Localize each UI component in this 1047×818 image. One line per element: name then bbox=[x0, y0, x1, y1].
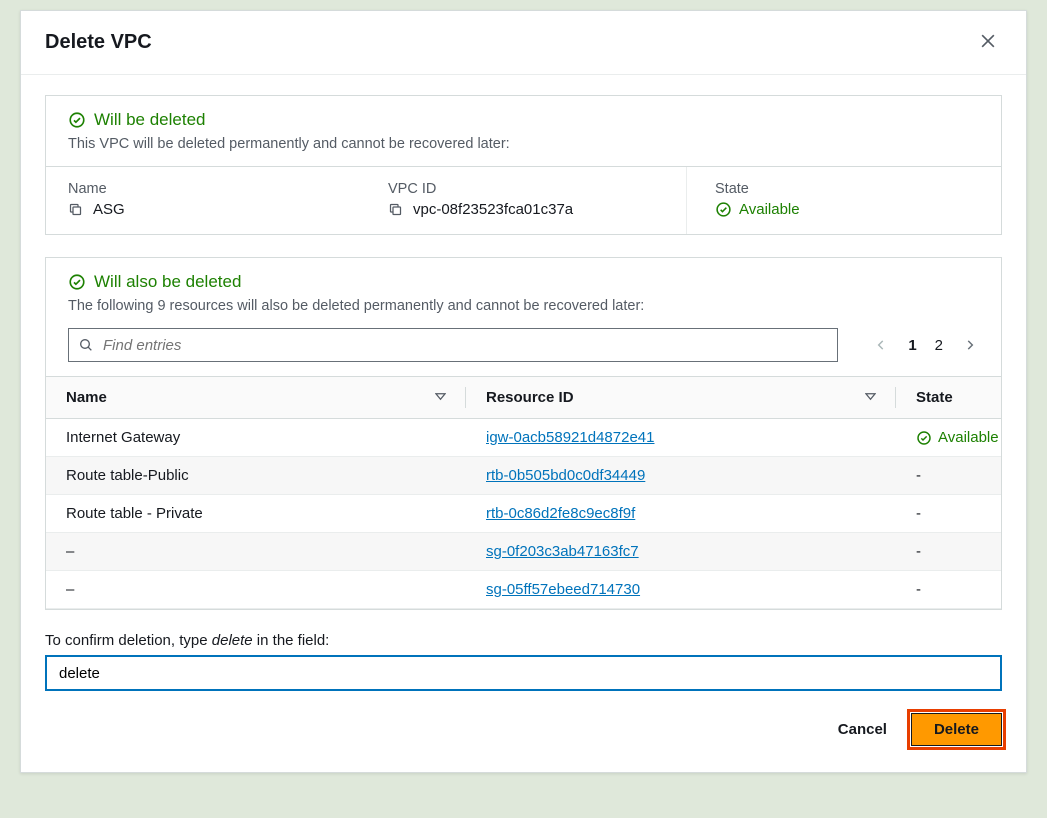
check-circle-icon bbox=[68, 273, 86, 291]
search-icon bbox=[78, 337, 94, 353]
cancel-button[interactable]: Cancel bbox=[832, 713, 893, 746]
cell-resource-id: sg-05ff57ebeed714730 bbox=[466, 571, 896, 609]
sort-icon bbox=[435, 389, 446, 406]
page-2[interactable]: 2 bbox=[935, 337, 943, 354]
close-button[interactable] bbox=[974, 27, 1002, 58]
cell-resource-id: sg-0f203c3ab47163fc7 bbox=[466, 533, 896, 571]
section1-hint: This VPC will be deleted permanently and… bbox=[68, 136, 979, 152]
cell-state: Available bbox=[896, 419, 1001, 457]
cell-name: Route table-Public bbox=[46, 457, 466, 495]
confirm-label: To confirm deletion, type delete in the … bbox=[45, 632, 1002, 649]
col-resource-id[interactable]: Resource ID bbox=[466, 377, 896, 419]
will-also-be-deleted-panel: Will also be deleted The following 9 res… bbox=[45, 257, 1002, 610]
resource-link[interactable]: rtb-0b505bd0c0df34449 bbox=[486, 467, 645, 484]
chevron-left-icon bbox=[874, 338, 888, 352]
check-circle-icon bbox=[68, 111, 86, 129]
resources-table-wrap[interactable]: Name Resource ID State In bbox=[46, 376, 1001, 609]
cell-name: Internet Gateway bbox=[46, 419, 466, 457]
col-state[interactable]: State bbox=[896, 377, 1001, 419]
table-row: Route table - Private rtb-0c86d2fe8c9ec8f… bbox=[46, 495, 1001, 533]
vpc-state-value: Available bbox=[715, 201, 979, 218]
cell-name: Route table - Private bbox=[46, 495, 466, 533]
page-prev-button[interactable] bbox=[872, 336, 890, 354]
search-wrap bbox=[68, 328, 838, 362]
resources-table: Name Resource ID State In bbox=[46, 377, 1001, 609]
vpc-id-value: vpc-08f23523fca01c37a bbox=[413, 201, 573, 218]
cell-name: – bbox=[46, 571, 466, 609]
will-be-deleted-panel: Will be deleted This VPC will be deleted… bbox=[45, 95, 1002, 235]
check-circle-icon bbox=[715, 201, 732, 218]
will-also-be-deleted-status: Will also be deleted bbox=[68, 272, 979, 292]
table-row: Internet Gateway igw-0acb58921d4872e41 Ava… bbox=[46, 419, 1001, 457]
chevron-right-icon bbox=[963, 338, 977, 352]
name-label: Name bbox=[68, 181, 344, 197]
will-be-deleted-status: Will be deleted bbox=[68, 110, 979, 130]
resource-link[interactable]: igw-0acb58921d4872e41 bbox=[486, 429, 654, 446]
cell-state: - bbox=[896, 533, 1001, 571]
confirm-delete-input[interactable] bbox=[45, 655, 1002, 691]
table-row: – sg-05ff57ebeed714730 - bbox=[46, 571, 1001, 609]
cell-resource-id: rtb-0b505bd0c0df34449 bbox=[466, 457, 896, 495]
vpc-summary: Name ASG VPC ID vpc-08f23523fca01c37a St… bbox=[46, 166, 1001, 234]
state-label: State bbox=[715, 181, 979, 197]
copy-icon[interactable] bbox=[68, 202, 83, 217]
resource-link[interactable]: sg-05ff57ebeed714730 bbox=[486, 581, 640, 598]
vpc-name-value: ASG bbox=[93, 201, 125, 218]
modal-header: Delete VPC bbox=[21, 11, 1026, 75]
modal-title: Delete VPC bbox=[45, 31, 152, 54]
table-row: – sg-0f203c3ab47163fc7 - bbox=[46, 533, 1001, 571]
copy-icon[interactable] bbox=[388, 202, 403, 217]
page-next-button[interactable] bbox=[961, 336, 979, 354]
cell-resource-id: igw-0acb58921d4872e41 bbox=[466, 419, 896, 457]
close-icon bbox=[978, 31, 998, 51]
delete-vpc-modal: Delete VPC Will be deleted This VPC will… bbox=[20, 10, 1027, 773]
section2-hint: The following 9 resources will also be d… bbox=[68, 298, 979, 314]
resource-link[interactable]: rtb-0c86d2fe8c9ec8f9f bbox=[486, 505, 635, 522]
sort-icon bbox=[865, 389, 876, 406]
vpcid-label: VPC ID bbox=[388, 181, 664, 197]
delete-button[interactable]: Delete bbox=[911, 713, 1002, 746]
modal-body: Will be deleted This VPC will be deleted… bbox=[21, 75, 1026, 691]
col-name[interactable]: Name bbox=[46, 377, 466, 419]
search-input[interactable] bbox=[68, 328, 838, 362]
page-1[interactable]: 1 bbox=[908, 337, 916, 354]
table-row: Route table-Public rtb-0b505bd0c0df34449 - bbox=[46, 457, 1001, 495]
check-circle-icon bbox=[916, 430, 932, 446]
cell-state: - bbox=[896, 495, 1001, 533]
cell-state: - bbox=[896, 571, 1001, 609]
cell-resource-id: rtb-0c86d2fe8c9ec8f9f bbox=[466, 495, 896, 533]
resource-link[interactable]: sg-0f203c3ab47163fc7 bbox=[486, 543, 639, 560]
cell-state: - bbox=[896, 457, 1001, 495]
cell-name: – bbox=[46, 533, 466, 571]
modal-footer: Cancel Delete bbox=[21, 691, 1026, 772]
pager: 1 2 bbox=[872, 336, 979, 354]
